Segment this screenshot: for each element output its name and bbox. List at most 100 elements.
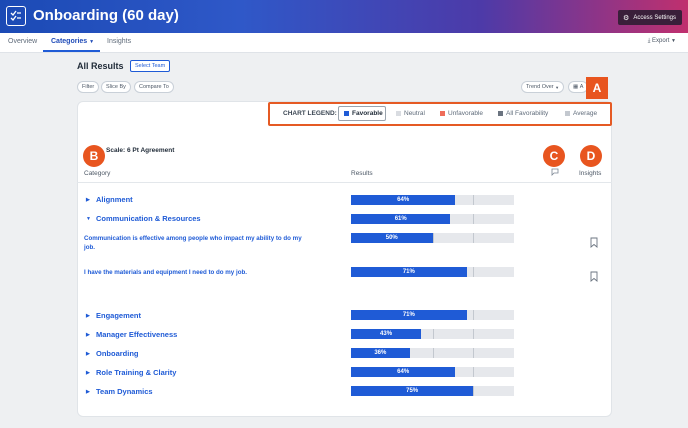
category-label: Engagement — [96, 311, 142, 320]
bar-gridline — [473, 214, 475, 224]
result-bar-fill: 64% — [351, 195, 456, 205]
callout-badge-d: D — [580, 145, 602, 167]
caret-right-icon: ▶ — [86, 196, 90, 203]
category-row-onboarding[interactable]: ▶ Onboarding — [86, 349, 139, 358]
result-bar: 50% — [351, 233, 514, 243]
category-row-engagement[interactable]: ▶ Engagement — [86, 311, 141, 320]
result-bar: 64% — [351, 195, 514, 205]
category-label: Manager Effectiveness — [96, 330, 178, 339]
bar-gridline — [473, 367, 475, 377]
category-row-team-dynamics[interactable]: ▶ Team Dynamics — [86, 387, 153, 396]
bar-gridline — [432, 329, 434, 339]
category-row-manager-effectiveness[interactable]: ▶ Manager Effectiveness — [86, 330, 177, 339]
question-item[interactable]: Communication is effective among people … — [84, 234, 309, 252]
app-header: Onboarding (60 day) ⚙ Access Settings — [0, 0, 688, 33]
callout-badge-a: A — [586, 77, 608, 99]
legend-neutral[interactable]: Neutral — [396, 110, 425, 117]
filter-button[interactable]: Filter — [77, 81, 100, 93]
survey-title: Onboarding (60 day) — [33, 7, 179, 24]
legend-swatch — [498, 111, 503, 116]
bookmark-icon[interactable] — [590, 237, 598, 248]
result-bar-fill: 36% — [351, 348, 410, 358]
scale-title: Scale: 6 Pt Agreement — [106, 147, 175, 154]
result-bar-fill: 43% — [351, 329, 422, 339]
bar-gridline — [473, 386, 475, 396]
tab-categories-label: Categories — [51, 38, 88, 45]
survey-logo-icon — [6, 6, 26, 26]
tab-categories[interactable]: Categories ▼ — [51, 38, 94, 45]
tab-insights[interactable]: Insights — [107, 38, 131, 45]
category-label: Team Dynamics — [96, 387, 153, 396]
caret-right-icon: ▶ — [86, 331, 90, 338]
question-item[interactable]: I have the materials and equipment I nee… — [84, 268, 309, 277]
chart-legend-label: CHART LEGEND: — [283, 110, 337, 117]
category-label: Role Training & Clarity — [96, 368, 177, 377]
export-button[interactable]: ⤓ Export ▼ — [648, 38, 676, 45]
bar-gridline — [473, 233, 475, 243]
access-settings-button[interactable]: ⚙ Access Settings — [618, 10, 682, 25]
tab-overview[interactable]: Overview — [8, 38, 37, 45]
category-label: Communication & Resources — [96, 214, 201, 223]
bar-gridline — [473, 310, 475, 320]
legend-all-favorability-label: All Favorability — [506, 110, 549, 117]
bar-gridline — [432, 233, 434, 243]
bar-gridline — [473, 329, 475, 339]
calendar-icon: ▦ — [573, 84, 579, 90]
export-label: Export — [652, 38, 670, 44]
bar-gridline — [473, 348, 475, 358]
result-bar-fill: 75% — [351, 386, 474, 396]
result-bar: 61% — [351, 214, 514, 224]
result-bar-fill: 64% — [351, 367, 456, 377]
result-bar: 71% — [351, 267, 514, 277]
result-bar-fill: 61% — [351, 214, 451, 224]
bar-gridline — [432, 348, 434, 358]
compare-to-button[interactable]: Compare To — [134, 81, 174, 93]
column-header-results: Results — [351, 170, 373, 177]
category-label: Onboarding — [96, 349, 139, 358]
callout-badge-b: B — [83, 145, 105, 167]
column-header-category: Category — [84, 170, 111, 177]
result-bar: 75% — [351, 386, 514, 396]
category-row-alignment[interactable]: ▶ Alignment — [86, 195, 133, 204]
legend-unfavorable-label: Unfavorable — [448, 110, 484, 117]
callout-badge-c: C — [543, 145, 565, 167]
chevron-down-icon: ▼ — [555, 84, 560, 90]
trend-over-button[interactable]: Trend Over ▼ — [521, 81, 565, 93]
calendar-button-label: A — [579, 84, 584, 90]
bookmark-icon[interactable] — [590, 271, 598, 282]
legend-all-favorability[interactable]: All Favorability — [498, 110, 548, 117]
active-tab-indicator — [43, 50, 100, 52]
legend-average-label: Average — [573, 110, 598, 117]
legend-unfavorable[interactable]: Unfavorable — [440, 110, 483, 117]
caret-down-icon: ▼ — [86, 215, 91, 222]
category-row-communication[interactable]: ▼ Communication & Resources — [86, 214, 201, 223]
legend-favorable-label: Favorable — [352, 110, 383, 117]
nav-bar: Overview Categories ▼ Insights ⤓ Export … — [0, 33, 688, 53]
page-title: All Results — [77, 61, 124, 71]
download-icon: ⤓ — [647, 38, 651, 44]
legend-swatch — [396, 111, 401, 116]
caret-right-icon: ▶ — [86, 350, 90, 357]
table-header-divider — [77, 182, 612, 183]
caret-right-icon: ▶ — [86, 369, 90, 376]
legend-average[interactable]: Average — [565, 110, 597, 117]
result-bar: 36% — [351, 348, 514, 358]
category-row-role-training[interactable]: ▶ Role Training & Clarity — [86, 368, 176, 377]
comments-icon[interactable] — [551, 168, 559, 178]
result-bar: 71% — [351, 310, 514, 320]
bar-gridline — [473, 195, 475, 205]
chevron-down-icon: ▼ — [671, 38, 676, 44]
result-bar-fill: 71% — [351, 310, 467, 320]
access-settings-label: Access Settings — [633, 14, 676, 21]
legend-swatch — [440, 111, 445, 116]
legend-favorable[interactable]: Favorable — [344, 110, 383, 117]
caret-right-icon: ▶ — [86, 388, 90, 395]
slice-by-button[interactable]: Slice By — [101, 81, 131, 93]
select-team-button[interactable]: Select Team — [130, 60, 171, 72]
legend-swatch — [344, 111, 349, 116]
result-bar-fill: 71% — [351, 267, 467, 277]
legend-swatch — [565, 111, 570, 116]
chevron-down-icon: ▼ — [89, 39, 95, 45]
gear-icon: ⚙ — [623, 14, 630, 22]
trend-over-label: Trend Over — [526, 84, 554, 90]
